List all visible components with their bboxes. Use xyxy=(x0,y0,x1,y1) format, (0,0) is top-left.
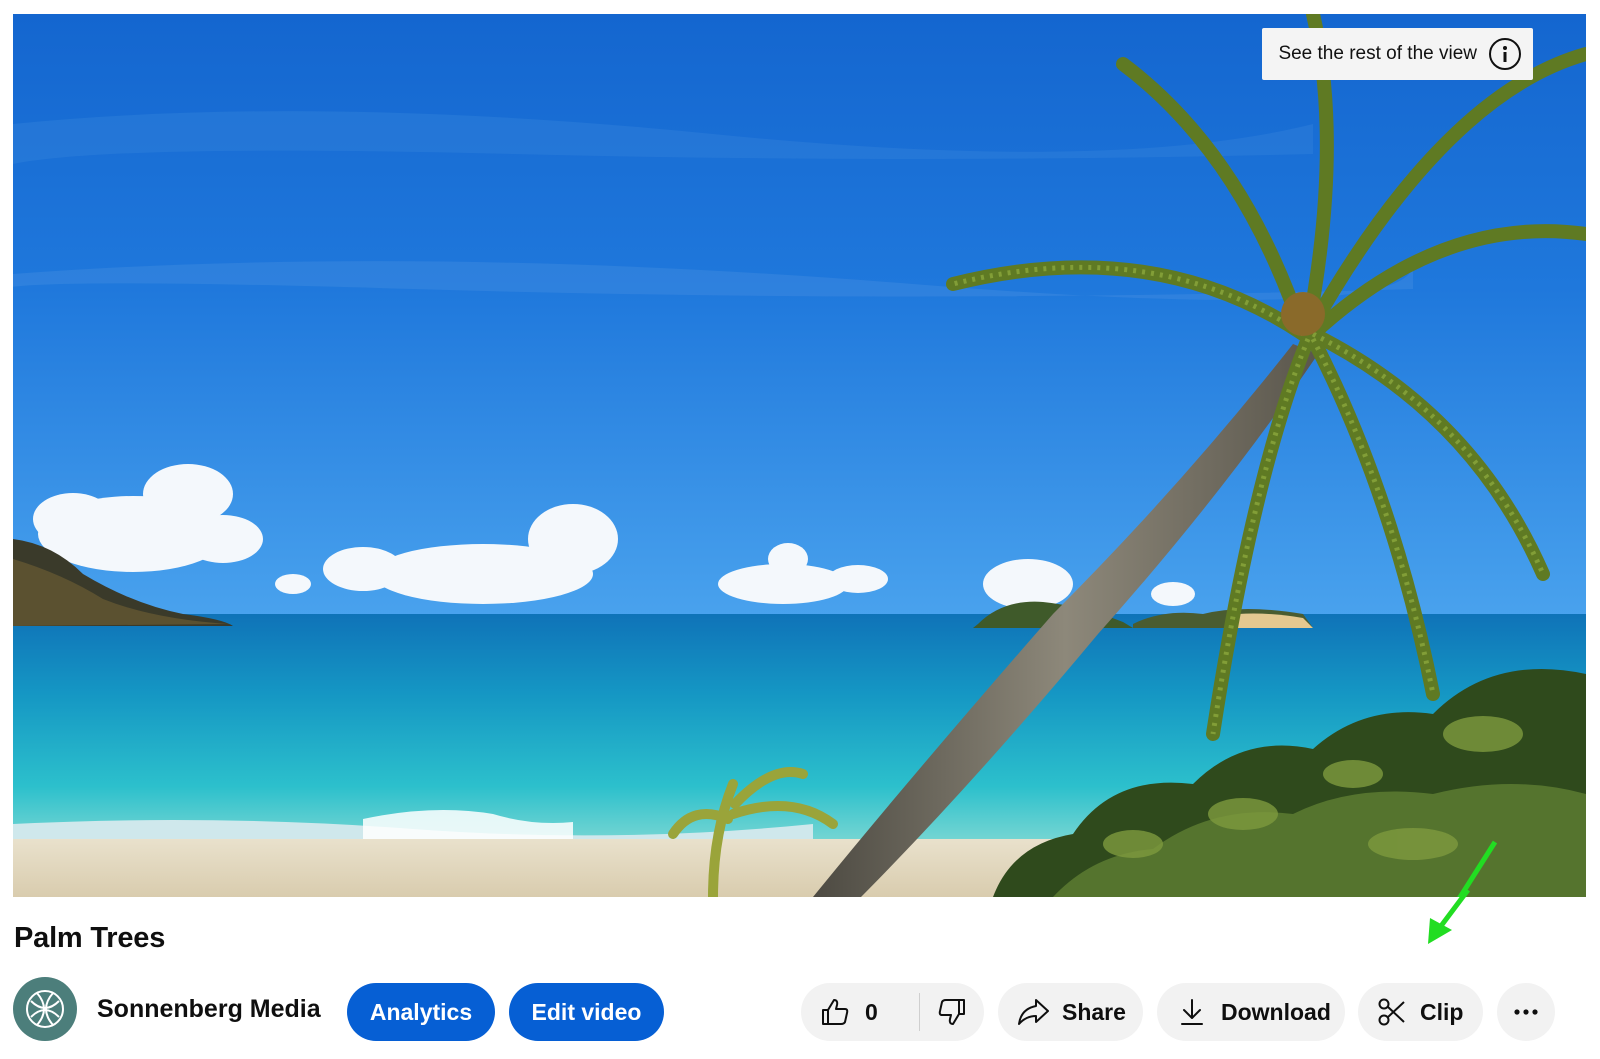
download-label: Download xyxy=(1221,998,1331,1025)
video-player[interactable]: See the rest of the view xyxy=(13,14,1586,897)
like-icon xyxy=(819,996,851,1028)
like-dislike-group: 0 xyxy=(801,983,984,1041)
clip-label: Clip xyxy=(1420,998,1464,1025)
channel-avatar[interactable] xyxy=(13,977,77,1041)
download-icon xyxy=(1179,997,1205,1027)
annotation-arrow-tip xyxy=(1428,890,1470,944)
channel-info: Sonnenberg Media xyxy=(13,977,321,1041)
share-label: Share xyxy=(1062,998,1126,1025)
edit-video-button[interactable]: Edit video xyxy=(509,983,664,1041)
channel-logo-icon xyxy=(26,990,64,1028)
share-icon xyxy=(1016,997,1050,1027)
download-button[interactable]: Download xyxy=(1157,983,1345,1041)
video-title: Palm Trees xyxy=(14,922,166,954)
scissors-icon xyxy=(1376,996,1408,1028)
share-button[interactable]: Share xyxy=(998,983,1143,1041)
see-rest-of-view-chip[interactable]: See the rest of the view xyxy=(1262,28,1533,80)
dislike-button[interactable] xyxy=(920,996,984,1028)
info-icon[interactable] xyxy=(1489,38,1521,70)
more-actions-button[interactable] xyxy=(1497,983,1555,1041)
analytics-button[interactable]: Analytics xyxy=(347,983,495,1041)
clip-button[interactable]: Clip xyxy=(1358,983,1483,1041)
channel-name[interactable]: Sonnenberg Media xyxy=(97,995,321,1024)
video-frame xyxy=(13,14,1586,897)
dislike-icon xyxy=(936,996,968,1028)
see-rest-of-view-label: See the rest of the view xyxy=(1278,43,1477,64)
like-button[interactable]: 0 xyxy=(801,996,919,1028)
more-icon xyxy=(1513,1008,1539,1016)
like-count: 0 xyxy=(865,998,878,1025)
